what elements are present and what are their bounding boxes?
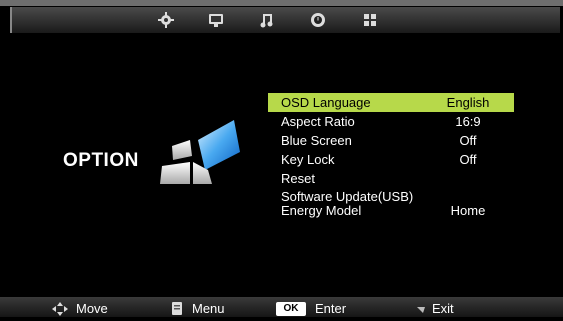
menu-item-reset[interactable]: Reset bbox=[268, 169, 514, 188]
music-note-icon[interactable] bbox=[258, 11, 276, 29]
menu-tab-bar bbox=[10, 7, 560, 33]
hint-menu: Menu bbox=[192, 301, 225, 316]
menu-item-value: English bbox=[446, 95, 490, 110]
menu-item-value: 16:9 bbox=[455, 114, 481, 129]
grid-option-icon[interactable] bbox=[361, 11, 379, 29]
page-title: OPTION bbox=[63, 150, 139, 171]
hint-enter: Enter bbox=[315, 301, 347, 316]
top-strip bbox=[0, 0, 563, 6]
menu-item-value: Off bbox=[459, 152, 477, 167]
menu-item-label: Key Lock bbox=[281, 152, 335, 167]
hint-exit: Exit bbox=[432, 301, 454, 316]
menu-item-label: Reset bbox=[281, 171, 315, 186]
exit-tick-icon bbox=[417, 300, 425, 318]
menu-item-label: Software Update(USB) bbox=[281, 189, 414, 204]
menu-item-label: OSD Language bbox=[281, 95, 371, 110]
menu-item-key-lock[interactable]: Key Lock Off bbox=[268, 150, 514, 169]
menu-item-osd-language[interactable]: OSD Language English bbox=[268, 93, 514, 112]
gear-icon[interactable] bbox=[157, 11, 175, 29]
move-arrows-icon bbox=[50, 302, 70, 321]
menu-item-aspect-ratio[interactable]: Aspect Ratio 16:9 bbox=[268, 112, 514, 131]
option-menu: OSD Language English Aspect Ratio 16:9 B… bbox=[268, 93, 514, 218]
menu-item-energy-model[interactable]: Energy Model Home bbox=[268, 204, 514, 218]
menu-item-label: Energy Model bbox=[281, 203, 362, 218]
menu-item-value: Home bbox=[450, 203, 486, 218]
monitor-icon[interactable] bbox=[207, 11, 225, 29]
menu-item-software-update[interactable]: Software Update(USB) bbox=[268, 190, 514, 204]
menu-item-blue-screen[interactable]: Blue Screen Off bbox=[268, 131, 514, 150]
ok-button-badge: OK bbox=[276, 302, 306, 316]
menu-item-label: Blue Screen bbox=[281, 133, 352, 148]
menu-button-icon bbox=[172, 302, 182, 320]
menu-item-value: Off bbox=[459, 133, 477, 148]
menu-item-label: Aspect Ratio bbox=[281, 114, 355, 129]
clock-icon[interactable] bbox=[309, 11, 327, 29]
tab-bar-edge bbox=[10, 7, 12, 33]
option-logo-icon bbox=[160, 118, 240, 188]
tv-osd-screen: OPTION OSD Language English Aspect Ratio bbox=[0, 0, 563, 317]
hint-move: Move bbox=[76, 301, 108, 316]
